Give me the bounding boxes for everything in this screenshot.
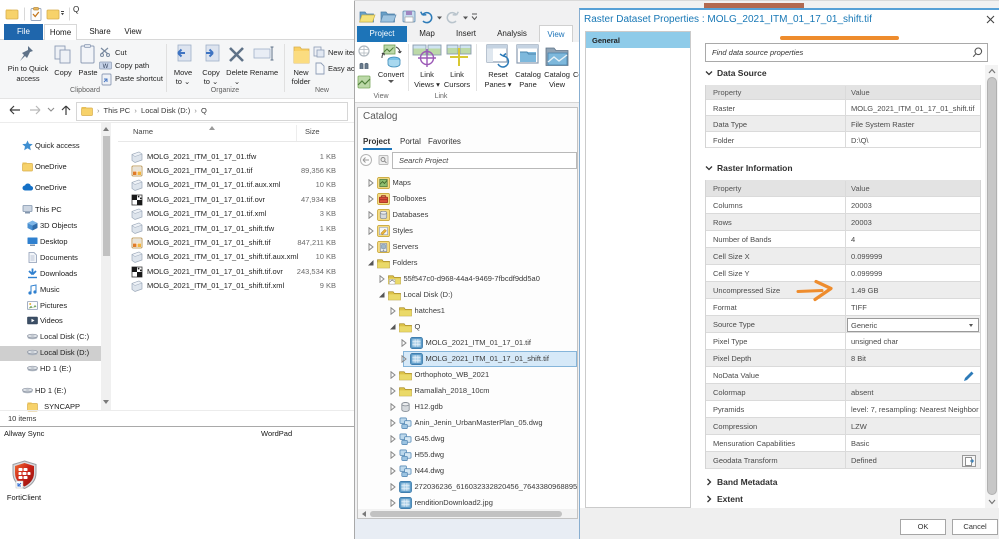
svg-text:W: W	[103, 64, 109, 70]
